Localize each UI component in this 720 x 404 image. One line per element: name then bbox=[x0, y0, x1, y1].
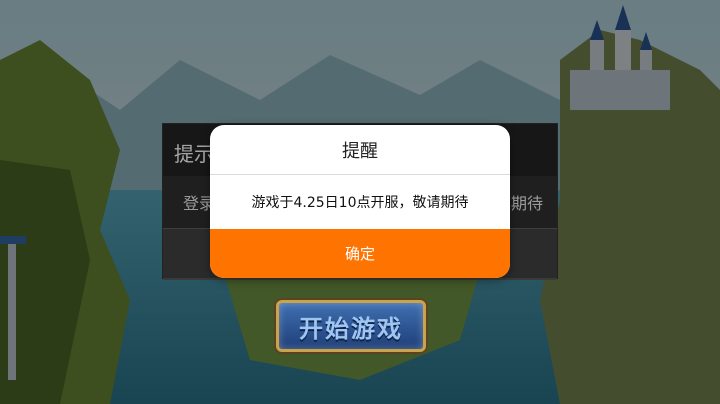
start-game-label: 开始游戏 bbox=[299, 314, 403, 343]
start-game-button[interactable]: 开始游戏 bbox=[276, 300, 426, 352]
alert-title: 提醒 bbox=[210, 125, 510, 175]
notice-alert-dialog: 提醒 游戏于4.25日10点开服，敬请期待 确定 bbox=[210, 125, 510, 278]
confirm-button[interactable]: 确定 bbox=[210, 229, 510, 278]
alert-message: 游戏于4.25日10点开服，敬请期待 bbox=[251, 195, 469, 211]
